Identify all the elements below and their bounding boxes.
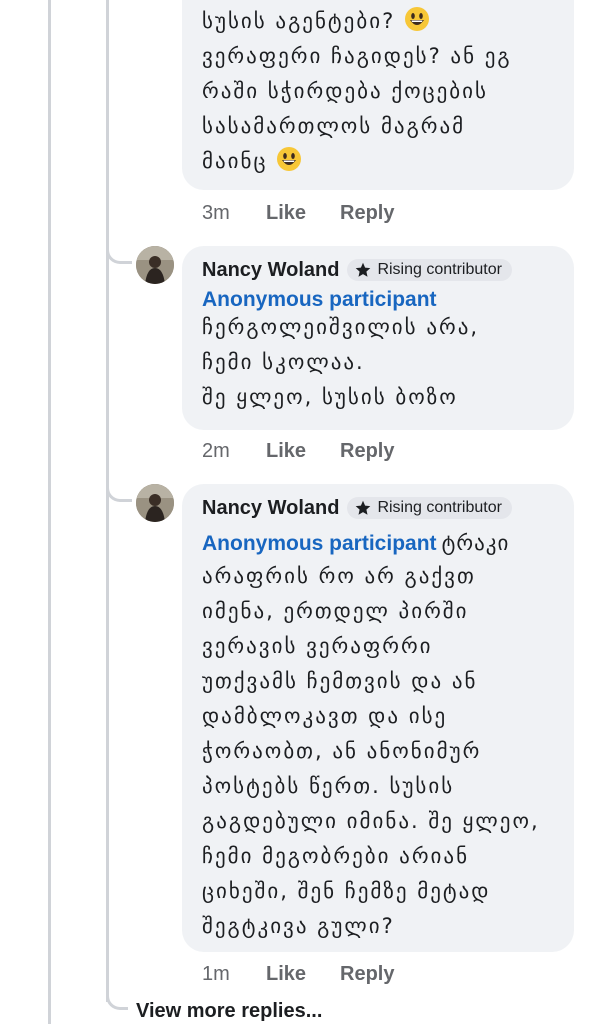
badge-label: Rising contributor <box>377 261 502 278</box>
comment-text-first-line: ტრაკი <box>441 531 510 555</box>
badge-label: Rising contributor <box>377 499 502 516</box>
reply-button[interactable]: Reply <box>340 440 394 463</box>
thread-line-outer <box>48 0 51 1024</box>
comment-author[interactable]: Nancy Woland <box>202 497 339 520</box>
grinning-face-emoji-icon <box>404 7 429 31</box>
comment-timestamp: 2m <box>202 440 230 462</box>
comment-timestamp: 3m <box>202 202 230 224</box>
status-badge: Rising contributor <box>347 259 512 281</box>
thread-branch-2 <box>106 474 132 502</box>
profile-photo-icon <box>136 246 174 284</box>
status-badge: Rising contributor <box>347 497 512 519</box>
view-more-replies-link[interactable]: View more replies... <box>136 1000 322 1023</box>
mention-link[interactable]: Anonymous participant <box>202 288 437 311</box>
comment-actions: 3m Like Reply <box>202 202 394 225</box>
comment-author[interactable]: Nancy Woland <box>202 259 339 282</box>
comment-timestamp: 1m <box>202 963 230 985</box>
grinning-face-emoji-icon <box>277 147 302 171</box>
comment-text: სუსის აგენტები? ვერაფერი ჩაგიდეს? ან ეგ … <box>202 4 554 179</box>
comment-bubble: სუსის აგენტები? ვერაფერი ჩაგიდეს? ან ეგ … <box>182 0 574 190</box>
thread-branch-1 <box>106 236 132 264</box>
thread-connector <box>106 990 128 1010</box>
avatar[interactable] <box>136 484 174 522</box>
mention-link[interactable]: Anonymous participant <box>202 532 437 555</box>
comment-bubble: Nancy Woland Rising contributor Anonymou… <box>182 484 574 952</box>
reply-button[interactable]: Reply <box>340 202 394 225</box>
like-button[interactable]: Like <box>266 963 340 986</box>
star-icon <box>356 262 371 277</box>
profile-photo-icon <box>136 484 174 522</box>
avatar[interactable] <box>136 246 174 284</box>
like-button[interactable]: Like <box>266 202 340 225</box>
like-button[interactable]: Like <box>266 440 340 463</box>
comment-bubble: Nancy Woland Rising contributor Anonymou… <box>182 246 574 430</box>
comment-actions: 2m Like Reply <box>202 440 394 463</box>
comment-text: ჩერგოლეიშვილის არა, ჩემი სკოლაა. შე ყლეო… <box>202 315 480 409</box>
comment-text: არაფრის რო არ გაქვთ იმენა, ერთდელ პირში … <box>202 564 540 938</box>
reply-button[interactable]: Reply <box>340 963 394 986</box>
comment-actions: 1m Like Reply <box>202 963 394 986</box>
star-icon <box>356 500 371 515</box>
thread-line-inner <box>106 0 109 1002</box>
